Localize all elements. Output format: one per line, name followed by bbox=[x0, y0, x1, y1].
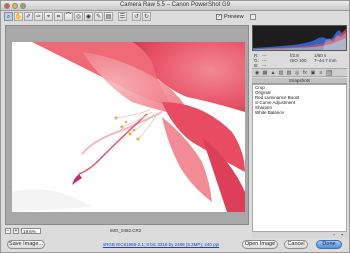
preview-toggle[interactable]: ✓ Preview bbox=[216, 14, 256, 20]
straighten-icon: ⌒ bbox=[65, 13, 72, 20]
rgb-values: --- --- --- bbox=[262, 53, 267, 68]
window-title: Camera Raw 5.5 – Canon PowerShot G9 bbox=[119, 2, 231, 8]
exif-right: 1/60 s 7–44.7 mm bbox=[314, 53, 337, 63]
footer-bar: Save Image... sRGB IEC61966-2.1; 8 bit; … bbox=[1, 237, 349, 253]
iso-value: ISO 100 bbox=[290, 58, 307, 63]
detail-icon[interactable]: ▲ bbox=[270, 70, 276, 76]
exif-left: f/2.8 ISO 100 bbox=[290, 53, 307, 63]
tool-bar: ⌕ ✋ ✐ ✑ ⌖ ⌗ ⌒ ◎ ◉ ✎ ▤ ☰ ↺ ↻ bbox=[4, 12, 151, 24]
brush-icon: ✎ bbox=[95, 13, 102, 20]
preview-checkbox[interactable]: ✓ bbox=[216, 14, 222, 20]
camera-info: R: G: B: --- --- --- f/2.8 ISO 100 1/60 … bbox=[252, 52, 347, 68]
lens-icon[interactable]: ◎ bbox=[294, 70, 300, 76]
fullscreen-button[interactable] bbox=[249, 14, 256, 20]
straighten-tool[interactable]: ⌒ bbox=[64, 12, 73, 21]
camera-raw-window: Camera Raw 5.5 – Canon PowerShot G9 ⌕ ✋ ✐ ✑… bbox=[0, 0, 350, 253]
file-name: IMG_0482.CR2 bbox=[110, 228, 142, 233]
eyedropper-icon: ✐ bbox=[25, 13, 32, 20]
rotate-left-button[interactable]: ↺ bbox=[132, 12, 141, 21]
crop-tool[interactable]: ⌗ bbox=[54, 12, 63, 21]
adjustment-brush-tool[interactable]: ✎ bbox=[94, 12, 103, 21]
flower-photo bbox=[12, 42, 245, 212]
aperture-icon[interactable]: ◉ bbox=[254, 70, 260, 76]
split-toning-icon[interactable]: ▧ bbox=[286, 70, 292, 76]
spot-removal-tool[interactable]: ◎ bbox=[74, 12, 83, 21]
effects-icon[interactable]: fx bbox=[302, 70, 308, 76]
color-sampler-icon: ✑ bbox=[35, 13, 42, 20]
zoom-bar: − + 19.6% IMG_0482.CR2 bbox=[5, 227, 249, 235]
hand-tool[interactable]: ✋ bbox=[14, 12, 23, 21]
open-image-button[interactable]: Open Image bbox=[242, 240, 278, 249]
magnifier-icon: ⌕ bbox=[6, 13, 11, 20]
workflow-options-link[interactable]: sRGB IEC61966-2.1; 8 bit; 3318 by 2488 (… bbox=[96, 242, 226, 247]
snapshots-icon[interactable]: ▨ bbox=[326, 69, 332, 76]
hsl-icon[interactable]: ▥ bbox=[278, 70, 284, 76]
list-icon: ☰ bbox=[119, 13, 126, 20]
zoom-level-select[interactable]: 19.6% bbox=[21, 228, 41, 234]
save-image-button[interactable]: Save Image... bbox=[7, 240, 45, 249]
preview-label: Preview bbox=[224, 14, 244, 20]
eye-icon: ◉ bbox=[85, 13, 92, 20]
title-bar: Camera Raw 5.5 – Canon PowerShot G9 bbox=[1, 1, 349, 11]
zoom-out-button[interactable]: − bbox=[5, 228, 11, 234]
histogram-graph bbox=[253, 26, 346, 50]
rotate-right-button[interactable]: ↻ bbox=[142, 12, 151, 21]
photo-preview bbox=[12, 42, 245, 212]
zoom-in-button[interactable]: + bbox=[13, 228, 19, 234]
panel-tabs: ◉ ▦ ▲ ▥ ▧ ◎ fx ▣ ≡ ▨ bbox=[252, 68, 347, 77]
color-sampler-tool[interactable]: ✑ bbox=[34, 12, 43, 21]
white-balance-tool[interactable]: ✐ bbox=[24, 12, 33, 21]
rgb-labels: R: G: B: bbox=[254, 53, 259, 68]
graduated-filter-tool[interactable]: ▤ bbox=[104, 12, 113, 21]
histogram bbox=[252, 25, 347, 51]
target-icon: ⌖ bbox=[46, 13, 51, 20]
presets-icon[interactable]: ≡ bbox=[318, 70, 324, 76]
cancel-button[interactable]: Cancel bbox=[284, 240, 308, 249]
preferences-button[interactable]: ☰ bbox=[118, 12, 127, 21]
focal-length-value: 7–44.7 mm bbox=[314, 58, 337, 63]
hand-icon: ✋ bbox=[14, 13, 23, 20]
crop-icon: ⌗ bbox=[56, 13, 61, 20]
camera-calibration-icon[interactable]: ▣ bbox=[310, 70, 316, 76]
red-eye-tool[interactable]: ◉ bbox=[84, 12, 93, 21]
spot-removal-icon: ◎ bbox=[75, 13, 82, 20]
tone-curve-icon[interactable]: ▦ bbox=[262, 70, 268, 76]
snapshots-list: Crop Original Red Luminance Boost S-Curve A… bbox=[252, 84, 347, 232]
snapshot-item[interactable]: White Balance bbox=[253, 110, 346, 115]
gradient-icon: ▤ bbox=[105, 13, 112, 20]
targeted-adjustment-tool[interactable]: ⌖ bbox=[44, 12, 53, 21]
zoom-tool[interactable]: ⌕ bbox=[4, 12, 13, 21]
done-button[interactable]: Done bbox=[316, 240, 342, 249]
rotate-right-icon: ↻ bbox=[143, 13, 150, 20]
image-canvas[interactable] bbox=[5, 25, 249, 225]
rotate-left-icon: ↺ bbox=[133, 13, 140, 20]
